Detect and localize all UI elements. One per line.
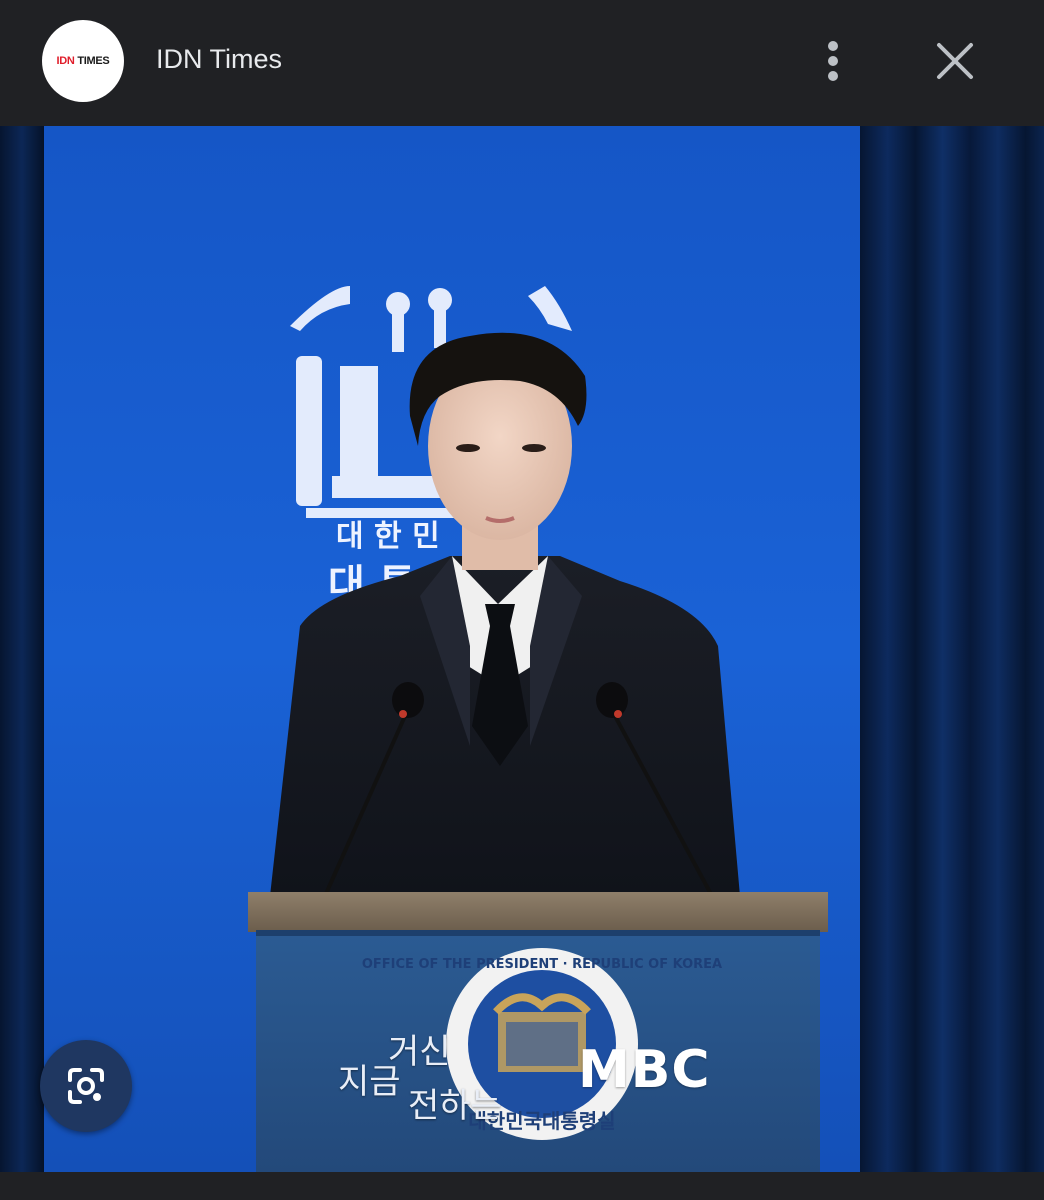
- source-name[interactable]: IDN Times: [156, 42, 282, 76]
- lens-camera-icon: [68, 1068, 104, 1104]
- source-logo[interactable]: IDN TIMES: [42, 20, 124, 102]
- bottom-bar: [0, 1172, 1044, 1200]
- podium-top: [248, 892, 828, 932]
- close-icon: [937, 43, 973, 79]
- viewer-header: IDN TIMES IDN Times: [0, 0, 1044, 126]
- source-logo-text: IDN TIMES: [56, 55, 110, 67]
- more-options-button[interactable]: [812, 38, 854, 84]
- overlay-text-line-3: 전하는: [408, 1086, 502, 1126]
- broadcaster-logo: MBC: [578, 1040, 711, 1100]
- overlay-text-line-2: 지금: [338, 1062, 401, 1102]
- visual-search-button[interactable]: [40, 1040, 132, 1132]
- more-vert-icon: [828, 41, 838, 81]
- close-button[interactable]: [932, 38, 978, 84]
- image-viewer[interactable]: 대 한 민 대 통: [0, 126, 1044, 1172]
- press-briefing-photo: 대 한 민 대 통: [0, 126, 1044, 1172]
- backdrop-text-1: 대 한 민: [336, 519, 440, 554]
- seal-ring-text: OFFICE OF THE PRESIDENT · REPUBLIC OF KO…: [362, 957, 722, 972]
